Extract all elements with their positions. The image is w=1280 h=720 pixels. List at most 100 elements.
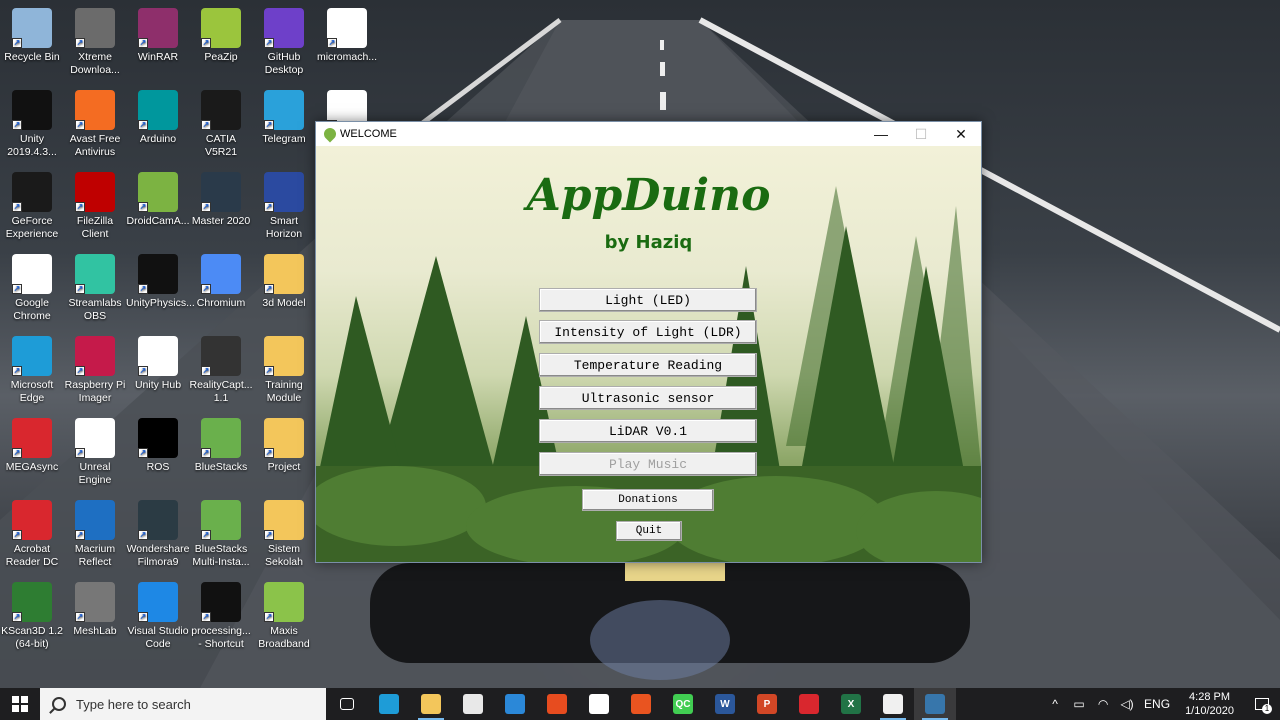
shortcut-arrow-icon: ↗ — [138, 38, 148, 48]
raspberry-icon: ↗ — [75, 336, 115, 376]
close-button[interactable]: ✕ — [941, 122, 981, 146]
desktop-icon[interactable]: ↗ UnityPhysics... — [126, 250, 195, 310]
taskbar-app-button[interactable] — [494, 688, 536, 720]
taskbar-app-button[interactable]: P — [746, 688, 788, 720]
desktop-icon[interactable]: ↗ Streamlabs OBS — [63, 250, 127, 323]
taskbar-app-button[interactable] — [368, 688, 410, 720]
speaker-icon[interactable]: ◁) — [1117, 697, 1137, 711]
desktop-icon[interactable]: ↗ KScan3D 1.2 (64-bit) — [0, 578, 64, 651]
taskbar-app-button[interactable] — [914, 688, 956, 720]
desktop-icon[interactable]: ↗ Sistem Sekolah — [252, 496, 316, 569]
temperature-reading-button[interactable]: Temperature Reading — [539, 353, 757, 377]
desktop-icon[interactable]: ↗ micromach... — [315, 4, 379, 64]
shortcut-arrow-icon: ↗ — [75, 120, 85, 130]
desktop-icon[interactable]: ↗ WinRAR — [126, 4, 190, 64]
desktop-icon[interactable]: ↗ Recycle Bin — [0, 4, 64, 64]
desktop-icon[interactable]: ↗ Training Module — [252, 332, 316, 405]
desktop-icon[interactable]: ↗ Project — [252, 414, 316, 474]
desktop-icon-label: Xtreme Downloa... — [70, 51, 120, 76]
window-titlebar[interactable]: WELCOME — ☐ ✕ — [316, 122, 981, 146]
desktop-icon[interactable]: ↗ Unity Hub — [126, 332, 190, 392]
notification-center-button[interactable]: 1 — [1244, 688, 1280, 720]
taskbar-app-button[interactable] — [410, 688, 452, 720]
shortcut-arrow-icon: ↗ — [264, 612, 274, 622]
desktop-icon[interactable]: ↗ RealityCapt... 1.1 — [189, 332, 253, 405]
lidar-button[interactable]: LiDAR V0.1 — [539, 419, 757, 443]
taskbar-app-button[interactable]: X — [830, 688, 872, 720]
desktop-icon[interactable]: ↗ Maxis Broadband — [252, 578, 316, 651]
start-button[interactable] — [0, 688, 40, 720]
desktop-icon[interactable]: ↗ CATIA V5R21 — [189, 86, 253, 159]
taskbar-app-button[interactable]: W — [704, 688, 746, 720]
desktop-icon[interactable]: ↗ Microsoft Edge — [0, 332, 64, 405]
desktop-icon[interactable]: ↗ GeForce Experience — [0, 168, 64, 241]
taskbar-app-button[interactable] — [872, 688, 914, 720]
desktop-icon[interactable]: ↗ Xtreme Downloa... — [63, 4, 127, 77]
donations-button[interactable]: Donations — [582, 489, 714, 511]
desktop-icon[interactable]: ↗ Wondershare Filmora9 — [126, 496, 190, 569]
desktop-icon[interactable]: ↗ processing... - Shortcut — [189, 578, 253, 651]
taskbar-app-button[interactable] — [620, 688, 662, 720]
desktop-icon[interactable]: ↗ Acrobat Reader DC — [0, 496, 64, 569]
taskbar-search-box[interactable]: Type here to search — [40, 688, 326, 720]
taskbar-app-button[interactable] — [578, 688, 620, 720]
desktop-icon[interactable]: ↗ DroidCamA... — [126, 168, 190, 228]
desktop-icon[interactable]: ↗ Smart Horizon — [252, 168, 316, 241]
desktop-icon-label: Arduino — [139, 133, 177, 145]
desktop-icon[interactable]: ↗ Macrium Reflect — [63, 496, 127, 569]
taskbar-clock[interactable]: 4:28 PM 1/10/2020 — [1185, 690, 1234, 718]
mega-icon: ↗ — [12, 418, 52, 458]
chevron-up-icon[interactable]: ^ — [1045, 697, 1065, 711]
desktop-icon-label: micromach... — [316, 51, 378, 63]
light-intensity-ldr-button[interactable]: Intensity of Light (LDR) — [539, 320, 757, 344]
desktop-icon-label: Unity 2019.4.3... — [7, 133, 57, 158]
desktop-icon[interactable]: ↗ MeshLab — [63, 578, 127, 638]
shortcut-arrow-icon: ↗ — [264, 530, 274, 540]
desktop-icon[interactable]: ↗ Master 2020 — [189, 168, 253, 228]
desktop-icon[interactable]: ↗ Avast Free Antivirus — [63, 86, 127, 159]
kscan-icon: ↗ — [12, 582, 52, 622]
desktop-icon[interactable]: ↗ FileZilla Client — [63, 168, 127, 241]
wifi-icon[interactable]: ◠ — [1093, 697, 1113, 711]
desktop-icon[interactable]: ↗ Unity 2019.4.3... — [0, 86, 64, 159]
taskbar-app-button[interactable]: QC — [662, 688, 704, 720]
desktop-icon-label: Sistem Sekolah — [265, 543, 303, 568]
desktop-icon-label: Unity Hub — [134, 379, 182, 391]
desktop-icon[interactable]: ↗ BlueStacks Multi-Insta... — [189, 496, 253, 569]
language-indicator[interactable]: ENG — [1141, 697, 1173, 711]
battery-icon[interactable]: ▭ — [1069, 697, 1089, 711]
minimize-button[interactable]: — — [861, 122, 901, 146]
desktop-icon[interactable]: ↗ Arduino — [126, 86, 190, 146]
desktop-icon[interactable]: ↗ PeaZip — [189, 4, 253, 64]
desktop-icon[interactable]: ↗ Chromium — [189, 250, 253, 310]
desktop-icon[interactable]: ↗ Raspberry Pi Imager — [63, 332, 127, 405]
desktop-icon[interactable]: ↗ Telegram — [252, 86, 316, 146]
shortcut-arrow-icon: ↗ — [138, 366, 148, 376]
desktop-icon[interactable]: ↗ GitHub Desktop — [252, 4, 316, 77]
play-music-button[interactable]: Play Music — [539, 452, 757, 476]
desktop-icon-label: Chromium — [196, 297, 246, 309]
shortcut-arrow-icon: ↗ — [264, 120, 274, 130]
desktop-icon[interactable]: ↗ Unreal Engine — [63, 414, 127, 487]
quit-button[interactable]: Quit — [616, 521, 682, 541]
desktop-icon[interactable]: ↗ 3d Model — [252, 250, 316, 310]
droidcam-icon: ↗ — [138, 172, 178, 212]
taskbar-app-button[interactable] — [788, 688, 830, 720]
taskbar-app-button[interactable] — [536, 688, 578, 720]
desktop-icon[interactable]: ↗ MEGAsync — [0, 414, 64, 474]
shortcut-arrow-icon: ↗ — [75, 38, 85, 48]
desktop-icon-label: Project — [267, 461, 301, 473]
desktop-icon[interactable]: ↗ Visual Studio Code — [126, 578, 190, 651]
shortcut-arrow-icon: ↗ — [138, 448, 148, 458]
ultrasonic-sensor-button[interactable]: Ultrasonic sensor — [539, 386, 757, 410]
desktop-icon[interactable]: ↗ ROS — [126, 414, 190, 474]
maximize-button[interactable]: ☐ — [901, 122, 941, 146]
desktop-icon[interactable]: ↗ BlueStacks — [189, 414, 253, 474]
shortcut-arrow-icon: ↗ — [264, 202, 274, 212]
desktop-icon-label: Maxis Broadband — [258, 625, 310, 650]
light-led-button[interactable]: Light (LED) — [539, 288, 757, 312]
taskbar-app-button[interactable] — [452, 688, 494, 720]
desktop-icon[interactable]: ↗ Google Chrome — [0, 250, 64, 323]
window-content: AppDuino by Haziq Light (LED) Intensity … — [316, 146, 981, 562]
taskbar-app-button[interactable] — [326, 688, 368, 720]
